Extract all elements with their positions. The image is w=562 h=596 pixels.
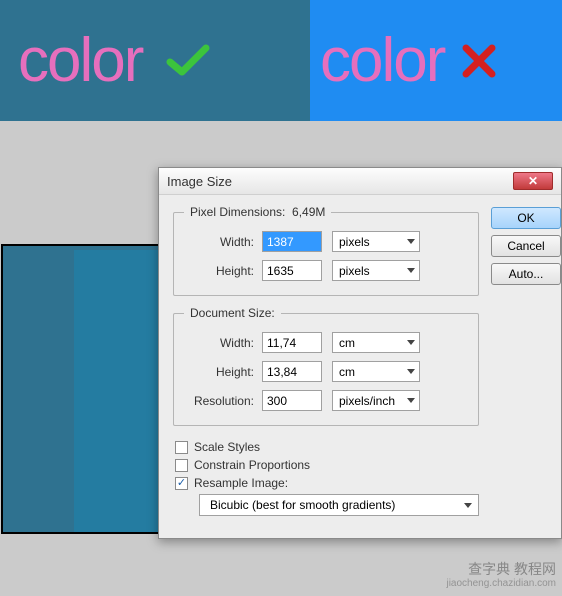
color-text-left: color <box>18 25 142 96</box>
pixel-height-label: Height: <box>184 264 262 278</box>
document-size-group: Document Size: Width: cm Height: cm <box>173 306 479 426</box>
resolution-label: Resolution: <box>184 394 262 408</box>
resample-image-row[interactable]: Resample Image: <box>175 476 479 490</box>
watermark: 查字典 教程网 jiaocheng.chazidian.com <box>446 561 556 590</box>
image-size-dialog: Image Size ✕ Pixel Dimensions: 6,49M Wid… <box>158 167 562 539</box>
pixel-width-input[interactable] <box>262 231 322 252</box>
constrain-proportions-label: Constrain Proportions <box>194 458 310 472</box>
pixel-height-unit-select[interactable]: pixels <box>332 260 420 281</box>
check-icon <box>166 44 210 78</box>
constrain-proportions-row[interactable]: Constrain Proportions <box>175 458 479 472</box>
watermark-line1: 查字典 教程网 <box>446 561 556 578</box>
pixel-height-input[interactable] <box>262 260 322 281</box>
banner-right-panel: color <box>310 0 562 121</box>
resolution-row: Resolution: pixels/inch <box>184 390 468 411</box>
resample-image-label: Resample Image: <box>194 476 288 490</box>
resolution-unit-select[interactable]: pixels/inch <box>332 390 420 411</box>
dialog-left-column: Pixel Dimensions: 6,49M Width: pixels He… <box>173 205 479 524</box>
resample-method-select[interactable]: Bicubic (best for smooth gradients) <box>199 494 479 516</box>
resample-method-value: Bicubic (best for smooth gradients) <box>210 498 395 512</box>
resolution-unit-value: pixels/inch <box>339 394 395 408</box>
doc-height-input[interactable] <box>262 361 322 382</box>
dialog-body: Pixel Dimensions: 6,49M Width: pixels He… <box>159 195 561 538</box>
close-button[interactable]: ✕ <box>513 172 553 190</box>
doc-width-unit-select[interactable]: cm <box>332 332 420 353</box>
pixel-height-unit-value: pixels <box>339 264 370 278</box>
doc-width-input[interactable] <box>262 332 322 353</box>
chevron-down-icon <box>407 268 415 273</box>
doc-height-label: Height: <box>184 365 262 379</box>
chevron-down-icon <box>407 239 415 244</box>
document-size-legend: Document Size: <box>184 306 281 320</box>
doc-width-unit-value: cm <box>339 336 355 350</box>
cross-icon <box>462 44 496 78</box>
banner-left-panel: color <box>0 0 310 121</box>
checkbox-group: Scale Styles Constrain Proportions Resam… <box>173 436 479 524</box>
close-icon: ✕ <box>528 174 538 188</box>
scale-styles-row[interactable]: Scale Styles <box>175 440 479 454</box>
resolution-input[interactable] <box>262 390 322 411</box>
scale-styles-checkbox[interactable] <box>175 441 188 454</box>
dialog-right-column: OK Cancel Auto... <box>491 205 561 524</box>
cancel-button[interactable]: Cancel <box>491 235 561 257</box>
doc-height-unit-value: cm <box>339 365 355 379</box>
doc-width-row: Width: cm <box>184 332 468 353</box>
dialog-titlebar[interactable]: Image Size ✕ <box>159 168 561 195</box>
pixel-width-unit-select[interactable]: pixels <box>332 231 420 252</box>
chevron-down-icon <box>407 398 415 403</box>
file-size-text: 6,49M <box>292 205 325 219</box>
doc-height-unit-select[interactable]: cm <box>332 361 420 382</box>
top-banner: color color <box>0 0 562 121</box>
pixel-width-unit-value: pixels <box>339 235 370 249</box>
chevron-down-icon <box>407 340 415 345</box>
doc-height-row: Height: cm <box>184 361 468 382</box>
doc-width-label: Width: <box>184 336 262 350</box>
dialog-title: Image Size <box>167 174 232 189</box>
scale-styles-label: Scale Styles <box>194 440 260 454</box>
watermark-line2: jiaocheng.chazidian.com <box>446 578 556 590</box>
auto-button[interactable]: Auto... <box>491 263 561 285</box>
pixel-dimensions-legend: Pixel Dimensions: 6,49M <box>184 205 331 219</box>
pixel-width-label: Width: <box>184 235 262 249</box>
ok-button[interactable]: OK <box>491 207 561 229</box>
chevron-down-icon <box>464 503 472 508</box>
resample-image-checkbox[interactable] <box>175 477 188 490</box>
pixel-height-row: Height: pixels <box>184 260 468 281</box>
chevron-down-icon <box>407 369 415 374</box>
pixel-dimensions-group: Pixel Dimensions: 6,49M Width: pixels He… <box>173 205 479 296</box>
color-text-right: color <box>320 25 444 96</box>
pixel-width-row: Width: pixels <box>184 231 468 252</box>
constrain-proportions-checkbox[interactable] <box>175 459 188 472</box>
